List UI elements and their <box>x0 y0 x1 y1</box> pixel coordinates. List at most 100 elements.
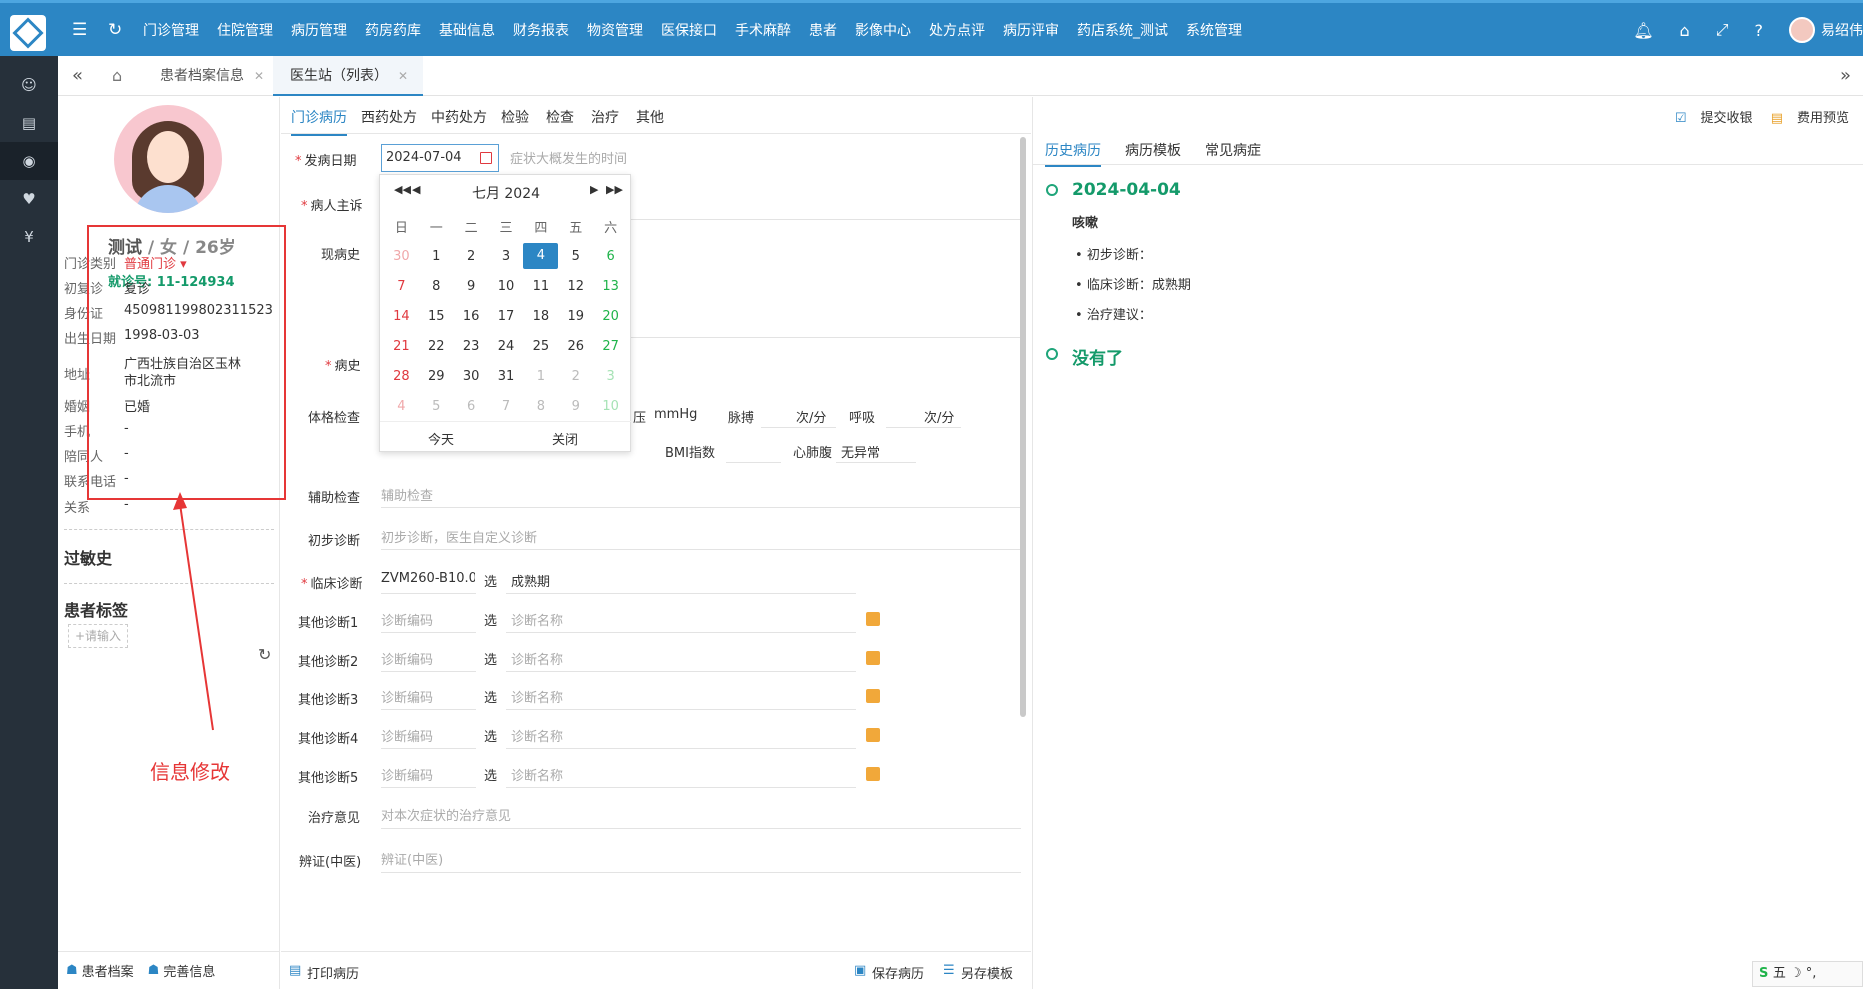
calendar-day[interactable]: 29 <box>419 369 454 384</box>
calendar-day[interactable]: 31 <box>489 369 524 384</box>
delete-icon[interactable] <box>866 767 880 781</box>
calendar-day[interactable]: 18 <box>523 309 558 324</box>
nav-item[interactable]: 门诊管理 <box>143 21 199 41</box>
other-diag-name[interactable]: 诊断名称 <box>511 726 563 745</box>
calendar-day[interactable]: 6 <box>593 249 628 264</box>
submit-checkout-button[interactable]: 提交收银 <box>1701 111 1753 126</box>
help-icon[interactable]: ? <box>1755 21 1764 40</box>
calendar-day[interactable]: 13 <box>593 279 628 294</box>
app-logo[interactable] <box>10 15 46 51</box>
calendar-day[interactable]: 26 <box>558 339 593 354</box>
expand-right-icon[interactable]: » <box>1840 56 1851 96</box>
tab-doctor-station[interactable]: 医生站（列表） ✕ <box>273 56 423 96</box>
record-date[interactable]: 2024-04-04 <box>1072 180 1181 200</box>
treatment-input[interactable]: 对本次症状的治疗意见 <box>381 805 511 824</box>
other-diag-name[interactable]: 诊断名称 <box>511 687 563 706</box>
user-icon[interactable]: ☺ <box>0 66 58 104</box>
calendar-day[interactable]: 22 <box>419 339 454 354</box>
home-icon[interactable]: ⌂ <box>112 56 122 96</box>
other-diag-select-button[interactable]: 选 <box>484 726 497 745</box>
calendar-day[interactable]: 1 <box>523 369 558 384</box>
calendar-day[interactable]: 2 <box>454 249 489 264</box>
tcm-input[interactable]: 辨证(中医) <box>381 849 443 868</box>
calendar-day[interactable]: 5 <box>558 249 593 264</box>
print-record-button[interactable]: 打印病历 <box>307 963 359 982</box>
delete-icon[interactable] <box>866 728 880 742</box>
save-record-button[interactable]: 保存病历 <box>872 963 924 982</box>
save-template-button[interactable]: 另存模板 <box>961 963 1013 982</box>
resp-input[interactable] <box>886 427 961 428</box>
complete-info-button[interactable]: 完善信息 <box>163 961 215 980</box>
calendar-day[interactable]: 21 <box>384 339 419 354</box>
nav-item[interactable]: 病历评审 <box>1003 21 1059 41</box>
calendar-day[interactable]: 3 <box>593 369 628 384</box>
nav-item[interactable]: 处方点评 <box>929 21 985 41</box>
other-diag-code[interactable]: 诊断编码 <box>381 649 433 668</box>
nav-item[interactable]: 住院管理 <box>217 21 273 41</box>
tab-other[interactable]: 其他 <box>636 107 664 127</box>
prelim-diag-input[interactable]: 初步诊断，医生自定义诊断 <box>381 527 537 546</box>
calendar-day-selected[interactable]: 4 <box>523 243 559 269</box>
calendar-day[interactable]: 19 <box>558 309 593 324</box>
yen-icon[interactable]: ¥ <box>0 218 58 256</box>
delete-icon[interactable] <box>866 612 880 626</box>
calendar-day[interactable]: 11 <box>523 279 558 294</box>
nav-item[interactable]: 基础信息 <box>439 21 495 41</box>
calendar-day[interactable]: 25 <box>523 339 558 354</box>
nav-item[interactable]: 医保接口 <box>661 21 717 41</box>
calendar-day[interactable]: 10 <box>489 279 524 294</box>
bell-icon[interactable]: 🔔︎ <box>1633 21 1653 40</box>
other-diag-select-button[interactable]: 选 <box>484 765 497 784</box>
tab-treatment[interactable]: 治疗 <box>591 107 619 127</box>
bmi-input[interactable] <box>726 462 781 463</box>
other-diag-name[interactable]: 诊断名称 <box>511 649 563 668</box>
location-icon[interactable]: ◉ <box>0 142 58 180</box>
tab-exam[interactable]: 检查 <box>546 107 574 127</box>
nav-item[interactable]: 系统管理 <box>1186 21 1242 41</box>
fullscreen-icon[interactable]: ⤢ <box>1716 20 1729 40</box>
tab-common-diseases[interactable]: 常见病症 <box>1205 140 1261 160</box>
refresh-icon[interactable]: ↻ <box>258 645 271 664</box>
heart-icon[interactable]: ♥ <box>0 180 58 218</box>
heart-value[interactable]: 无异常 <box>841 442 880 461</box>
next-year-icon[interactable]: ▶▶ <box>606 183 623 196</box>
menu-toggle-icon[interactable]: ☰ <box>72 20 87 40</box>
calendar-day[interactable]: 8 <box>523 399 558 414</box>
calendar-day[interactable]: 17 <box>489 309 524 324</box>
other-diag-select-button[interactable]: 选 <box>484 610 497 629</box>
tab-lab[interactable]: 检验 <box>501 107 529 127</box>
book-icon[interactable]: ▤ <box>0 104 58 142</box>
calendar-day[interactable]: 30 <box>384 249 419 264</box>
onset-date-input[interactable]: 2024-07-04 <box>381 144 499 172</box>
other-diag-code[interactable]: 诊断编码 <box>381 726 433 745</box>
other-diag-name[interactable]: 诊断名称 <box>511 765 563 784</box>
other-diag-code[interactable]: 诊断编码 <box>381 610 433 629</box>
form-scrollbar[interactable] <box>1020 137 1026 717</box>
tab-record-templates[interactable]: 病历模板 <box>1125 140 1181 160</box>
calendar-day[interactable]: 1 <box>419 249 454 264</box>
delete-icon[interactable] <box>866 651 880 665</box>
tag-icon[interactable]: ⌂ <box>1680 21 1690 40</box>
calendar-day[interactable]: 7 <box>489 399 524 414</box>
nav-item[interactable]: 药店系统_测试 <box>1077 21 1168 41</box>
fee-preview-button[interactable]: 费用预览 <box>1797 111 1849 126</box>
today-button[interactable]: 今天 <box>428 429 454 448</box>
calendar-day[interactable]: 3 <box>489 249 524 264</box>
pulse-input[interactable] <box>761 427 836 428</box>
clinical-diag-name[interactable]: 成熟期 <box>511 571 550 590</box>
other-diag-select-button[interactable]: 选 <box>484 687 497 706</box>
tab-outpatient-record[interactable]: 门诊病历 <box>291 107 347 136</box>
nav-item[interactable]: 物资管理 <box>587 21 643 41</box>
refresh-icon[interactable]: ↻ <box>108 20 122 40</box>
tab-history-records[interactable]: 历史病历 <box>1045 140 1101 167</box>
close-button[interactable]: 关闭 <box>552 429 578 448</box>
nav-item[interactable]: 财务报表 <box>513 21 569 41</box>
calendar-day[interactable]: 30 <box>454 369 489 384</box>
calendar-day[interactable]: 7 <box>384 279 419 294</box>
tab-patient-archive[interactable]: 患者档案信息 ✕ <box>160 56 264 96</box>
nav-item[interactable]: 手术麻醉 <box>735 21 791 41</box>
calendar-day[interactable]: 2 <box>558 369 593 384</box>
username[interactable]: 易绍伟 <box>1821 20 1863 40</box>
calendar-icon[interactable] <box>480 152 492 164</box>
other-diag-code[interactable]: 诊断编码 <box>381 687 433 706</box>
